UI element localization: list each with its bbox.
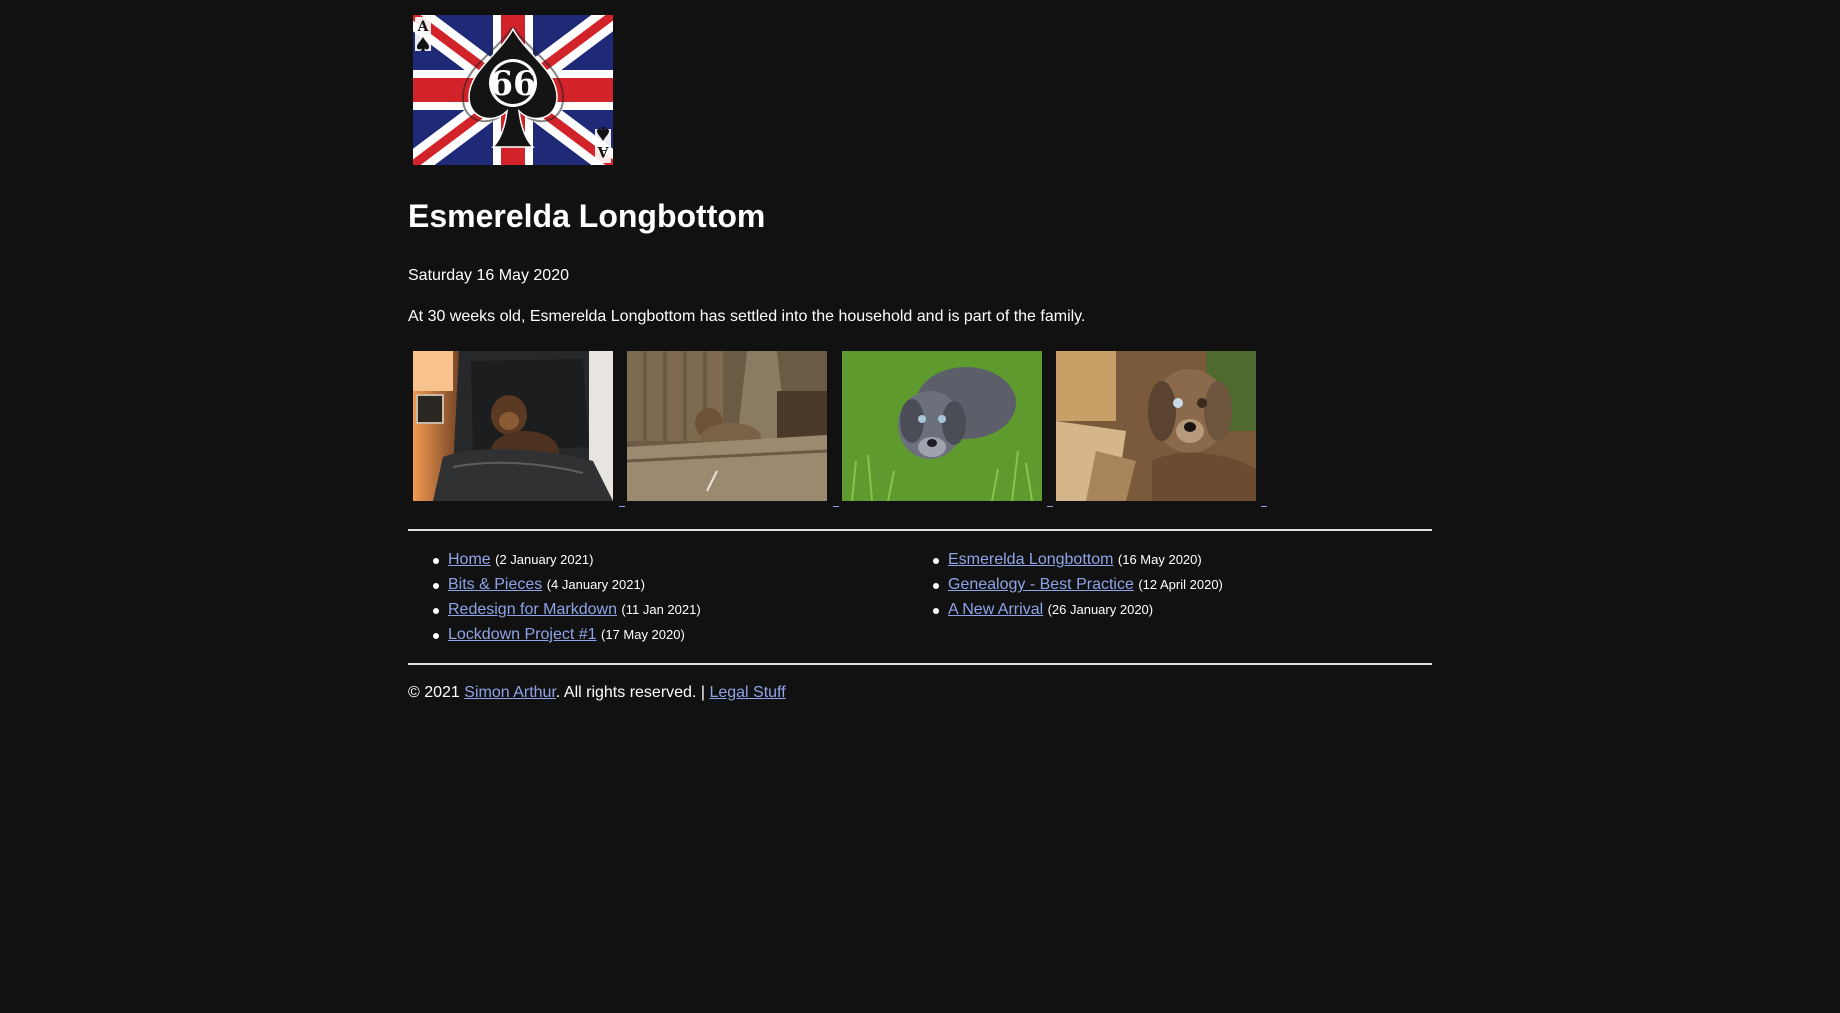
nav-item-esmerelda-longbottom: Esmerelda Longbottom (16 May 2020): [908, 547, 1223, 572]
nav-date: (12 April 2020): [1138, 577, 1223, 592]
gallery-photo-3[interactable]: [842, 351, 1042, 501]
nav-date: (4 January 2021): [546, 577, 645, 592]
rights-text: . All rights reserved. |: [555, 684, 710, 701]
legal-stuff-link[interactable]: Legal Stuff: [709, 684, 785, 701]
nav-link-lockdown-project[interactable]: Lockdown Project #1: [448, 626, 597, 643]
logo-number: 66: [489, 64, 536, 104]
nav-link-bits-and-pieces[interactable]: Bits & Pieces: [448, 576, 542, 593]
dog-on-chair-photo: [413, 351, 613, 501]
gallery-photo-1[interactable]: [413, 351, 613, 501]
nav-date: (2 January 2021): [495, 552, 594, 567]
author-link[interactable]: Simon Arthur: [464, 684, 556, 701]
post-date: Saturday 16 May 2020: [408, 267, 569, 284]
recent-posts-right: Esmerelda Longbottom (16 May 2020) Genea…: [908, 547, 1223, 622]
copyright-text: © 2021: [408, 684, 465, 701]
gallery-link-underline: [619, 506, 625, 507]
nav-item-lockdown-project: Lockdown Project #1 (17 May 2020): [408, 622, 701, 647]
logo-corner-top: A: [417, 19, 430, 35]
nav-date: (17 May 2020): [600, 627, 685, 642]
recent-posts-left: Home (2 January 2021) Bits & Pieces (4 J…: [408, 547, 701, 647]
gallery-link-underline: [833, 506, 839, 507]
nav-link-redesign-for-markdown[interactable]: Redesign for Markdown: [448, 601, 617, 618]
dog-on-sleeper-photo: [627, 351, 827, 501]
nav-date: (26 January 2020): [1047, 602, 1154, 617]
gallery-photo-2[interactable]: [627, 351, 827, 501]
nav-link-home[interactable]: Home: [448, 551, 491, 568]
nav-item-genealogy-best-practice: Genealogy - Best Practice (12 April 2020…: [908, 572, 1223, 597]
nav-link-a-new-arrival[interactable]: A New Arrival: [948, 601, 1043, 618]
top-divider: [408, 529, 1432, 531]
gallery-link-underline: [1261, 506, 1267, 507]
nav-date: (11 Jan 2021): [621, 602, 701, 617]
logo-corner-bottom: A: [596, 143, 609, 159]
post-intro: At 30 weeks old, Esmerelda Longbottom ha…: [408, 308, 1086, 325]
gallery-photo-4[interactable]: [1056, 351, 1256, 501]
gallery-link-underline: [1047, 506, 1053, 507]
nav-link-genealogy-best-practice[interactable]: Genealogy - Best Practice: [948, 576, 1134, 593]
photo-gallery: [408, 351, 1288, 511]
site-logo-link[interactable]: 66 A A: [413, 15, 613, 165]
nav-item-home: Home (2 January 2021): [408, 547, 701, 572]
nav-item-a-new-arrival: A New Arrival (26 January 2020): [908, 597, 1223, 622]
bottom-divider: [408, 663, 1432, 665]
nav-item-bits-and-pieces: Bits & Pieces (4 January 2021): [408, 572, 701, 597]
dog-in-sun-photo: [1056, 351, 1256, 501]
page-title: Esmerelda Longbottom: [408, 198, 766, 234]
nav-link-esmerelda-longbottom[interactable]: Esmerelda Longbottom: [948, 551, 1113, 568]
site-footer: © 2021 Simon Arthur. All rights reserved…: [408, 682, 786, 704]
nav-item-redesign-for-markdown: Redesign for Markdown (11 Jan 2021): [408, 597, 701, 622]
ace-of-spades-union-flag-logo: 66 A A: [413, 15, 613, 165]
dog-in-grass-photo: [842, 351, 1042, 501]
nav-date: (16 May 2020): [1117, 552, 1202, 567]
